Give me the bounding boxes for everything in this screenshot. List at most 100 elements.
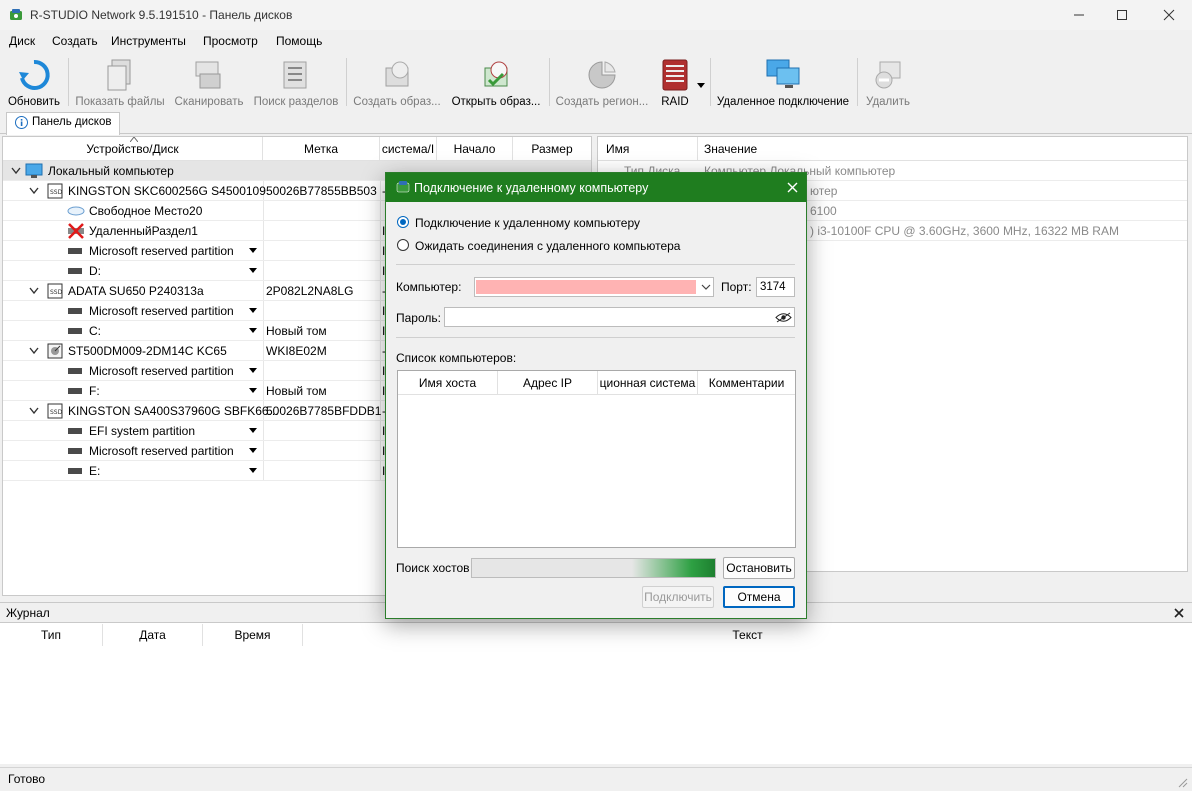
chevron-down-icon[interactable] [701,284,711,291]
raid-icon [662,59,688,91]
create-region-button[interactable]: Создать регион... [553,54,651,108]
scan-button[interactable]: Сканировать [172,54,246,108]
ssd-icon: SSD [47,183,63,199]
partition-icon [68,308,82,314]
list-header-ip[interactable]: Адрес IP [498,371,598,395]
journal-column-type[interactable]: Тип [0,624,103,646]
raid-button[interactable]: RAID [655,54,695,108]
column-header-name[interactable]: Имя [598,137,698,161]
maximize-button[interactable] [1099,0,1145,30]
password-input[interactable] [444,307,795,327]
dialog-title-bar: Подключение к удаленному компьютеру [386,173,806,202]
expand-chevron-icon[interactable] [29,407,39,415]
tab-bar: Панель дисков [0,112,1192,135]
minimize-icon [1074,14,1084,16]
open-image-button[interactable]: Открыть образ... [448,54,544,108]
ssd-icon: SSD [47,283,63,299]
dialog-title: Подключение к удаленному компьютеру [414,181,649,195]
chevron-down-icon[interactable] [249,328,257,334]
minimize-button[interactable] [1056,0,1102,30]
remote-monitors-icon [766,59,800,88]
show-files-button[interactable]: Показать файлы [72,54,168,108]
refresh-button[interactable]: Обновить [4,54,64,108]
journal-column-text[interactable]: Текст [303,624,1192,646]
delete-icon [875,61,901,89]
info-icon [15,116,28,129]
list-header-os[interactable]: ционная система [598,371,698,395]
computer-field-highlight [476,280,696,294]
chevron-down-icon[interactable] [249,448,257,454]
column-header-value[interactable]: Значение [698,137,1187,161]
close-icon[interactable] [787,182,798,193]
menu-tools[interactable]: Инструменты [111,34,186,48]
remote-connection-button[interactable]: Удаленное подключение [714,54,852,108]
partition-icon [68,448,82,454]
partition-icon [68,328,82,334]
menu-bar: Диск Создать Инструменты Просмотр Помощь [0,30,1192,52]
toolbar-separator [68,58,69,106]
expand-chevron-icon[interactable] [29,347,39,355]
find-partitions-button[interactable]: Поиск разделов [252,54,340,108]
create-image-button[interactable]: Создать образ... [350,54,444,108]
tab-disk-panel[interactable]: Панель дисков [6,112,121,135]
partition-icon [68,468,82,474]
close-icon[interactable] [1174,608,1184,618]
computer-list[interactable]: Имя хоста Адрес IP ционная система Комме… [397,370,796,548]
show-files-icon [107,59,131,91]
radio-wait[interactable] [397,239,409,251]
progress-marquee [632,559,715,577]
list-header-hostname[interactable]: Имя хоста [398,371,498,395]
journal-panel: Журнал Тип Дата Время Текст [0,602,1192,764]
menu-disk[interactable]: Диск [9,34,35,48]
delete-button[interactable]: Удалить [860,54,916,108]
eye-hidden-icon[interactable] [775,312,792,323]
chevron-down-icon[interactable] [249,468,257,474]
port-label: Порт: [721,280,752,294]
menu-view[interactable]: Просмотр [203,34,258,48]
chevron-down-icon[interactable] [249,388,257,394]
dialog-separator [396,337,795,338]
journal-column-time[interactable]: Время [203,624,303,646]
sort-ascending-icon [130,137,138,142]
list-header-comments[interactable]: Комментарии [698,371,795,395]
chevron-down-icon[interactable] [249,268,257,274]
computer-list-label: Список компьютеров: [396,351,517,365]
chevron-down-icon[interactable] [249,368,257,374]
menu-create[interactable]: Создать [52,34,98,48]
radio-connect[interactable] [397,216,409,228]
port-input[interactable] [756,277,795,297]
remote-connection-dialog: Подключение к удаленному компьютеру Подк… [385,172,807,619]
raid-dropdown-arrow[interactable] [697,78,705,92]
close-button[interactable] [1146,0,1192,30]
expand-chevron-icon[interactable] [29,287,39,295]
partition-icon [68,368,82,374]
partition-icon [68,428,82,434]
radio-wait-label: Ожидать соединения с удаленного компьюте… [415,239,681,253]
column-header-size[interactable]: Размер [513,137,591,161]
connect-button[interactable]: Подключить [642,586,714,608]
password-label: Пароль: [396,311,441,325]
expand-chevron-icon[interactable] [11,167,21,175]
app-icon [10,9,22,20]
column-header-filesystem[interactable]: систем​а/Ι [380,137,437,161]
expand-chevron-icon[interactable] [29,187,39,195]
column-header-label[interactable]: Метка [263,137,380,161]
cancel-button[interactable]: Отмена [723,586,795,608]
window-title: R-STUDIO Network 9.5.191510 - Панель дис… [30,8,293,22]
scan-icon [195,61,221,89]
find-partitions-icon [283,61,307,89]
svg-text:SSD: SSD [50,409,63,416]
journal-column-date[interactable]: Дата [103,624,203,646]
chevron-down-icon[interactable] [249,308,257,314]
toolbar-separator [346,58,347,106]
stop-button[interactable]: Остановить [723,557,795,579]
create-image-icon [385,61,409,87]
computer-label: Компьютер: [396,280,462,294]
menu-help[interactable]: Помощь [276,34,322,48]
chevron-down-icon[interactable] [249,428,257,434]
column-header-start[interactable]: Начало [437,137,513,161]
resize-grip-icon[interactable] [1176,776,1188,788]
chevron-down-icon[interactable] [249,248,257,254]
ssd-icon: SSD [47,403,63,419]
computer-combobox[interactable] [474,277,714,297]
